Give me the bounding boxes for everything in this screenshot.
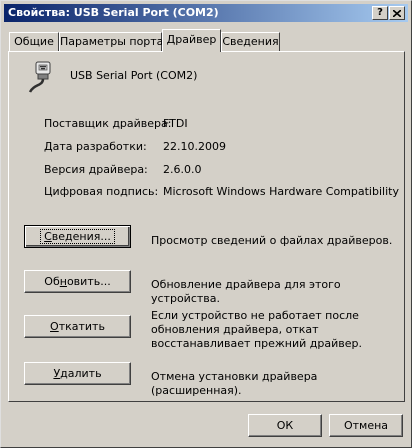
help-button[interactable]: ? <box>372 6 388 20</box>
serial-port-icon <box>28 61 51 93</box>
tab-driver[interactable]: Драйвер <box>162 29 221 52</box>
details-description: Просмотр сведений о файлах драйверов. <box>151 234 393 247</box>
device-name: USB Serial Port (COM2) <box>70 69 198 82</box>
date-label: Дата разработки: <box>44 140 147 153</box>
details-mnemonic: С <box>44 230 52 243</box>
rollback-label-rest: ткатить <box>58 320 105 333</box>
cancel-button[interactable]: Отмена <box>329 414 403 437</box>
update-label-pre: Об <box>44 275 60 288</box>
provider-value: FTDI <box>163 117 188 130</box>
update-driver-button[interactable]: Обновить... <box>24 270 131 293</box>
rollback-description-line3: восстанавливает прежний драйвер. <box>151 337 362 350</box>
tab-general[interactable]: Общие <box>9 32 59 51</box>
uninstall-description: Отмена установки драйвера (расширенная). <box>151 370 318 397</box>
rollback-description-line1: Если устройство не работает после <box>151 309 359 322</box>
signature-label: Цифровая подпись: <box>44 185 159 198</box>
version-value: 2.6.0.0 <box>163 163 202 176</box>
rollback-mnemonic: О <box>50 320 59 333</box>
close-button[interactable] <box>389 6 405 20</box>
title-bar[interactable]: Свойства: USB Serial Port (COM2) ? <box>4 4 408 22</box>
signature-value: Microsoft Windows Hardware Compatibility… <box>163 185 401 198</box>
uninstall-label-rest: далить <box>60 367 102 380</box>
tab-port-settings[interactable]: Параметры порта <box>59 32 163 51</box>
rollback-description-line2: обновления драйвера, откат <box>151 323 319 336</box>
rollback-driver-button[interactable]: Откатить <box>24 315 131 338</box>
update-label-rest: овить... <box>66 275 111 288</box>
properties-window: Свойства: USB Serial Port (COM2) ? Общие… <box>0 0 412 448</box>
update-description: Обновление драйвера для этого устройства… <box>151 278 341 305</box>
update-mnemonic: н <box>59 275 67 288</box>
ok-button[interactable]: ОК <box>248 414 322 437</box>
driver-tab-panel: USB Serial Port (COM2) Поставщик драйвер… <box>8 51 405 402</box>
provider-label: Поставщик драйвера: <box>44 117 172 130</box>
driver-details-button[interactable]: Сведения... <box>24 225 131 248</box>
date-value: 22.10.2009 <box>163 140 226 153</box>
window-title: Свойства: USB Serial Port (COM2) <box>8 6 219 19</box>
version-label: Версия драйвера: <box>44 163 148 176</box>
uninstall-driver-button[interactable]: Удалить <box>24 362 131 385</box>
details-label-rest: ведения... <box>51 230 111 243</box>
close-icon <box>392 9 402 18</box>
tab-details[interactable]: Сведения <box>221 32 280 51</box>
